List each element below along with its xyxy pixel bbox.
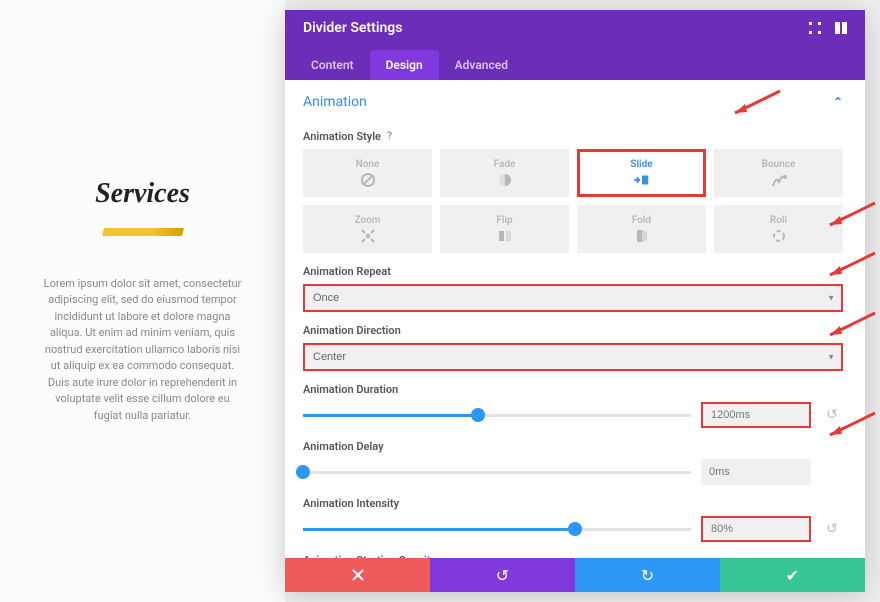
- chevron-up-icon: ⌃: [833, 95, 843, 109]
- roll-icon: [771, 229, 787, 243]
- animation-duration-row: ↺: [303, 402, 843, 428]
- style-tile-label: None: [356, 159, 380, 170]
- expand-icon[interactable]: [809, 19, 821, 38]
- cancel-button[interactable]: [285, 558, 430, 592]
- style-tile-label: Zoom: [355, 215, 381, 226]
- save-button[interactable]: ✔: [720, 558, 865, 592]
- panel-body: Animation ⌃ Animation Style ? None Fade Sl…: [285, 80, 865, 558]
- animation-direction-select[interactable]: Center: [303, 343, 843, 371]
- label-animation-intensity: Animation Intensity: [303, 497, 843, 510]
- fade-icon: [497, 173, 513, 187]
- animation-direction-select-wrap: Center: [303, 343, 843, 371]
- zoom-icon: [360, 229, 376, 243]
- style-tile-label: Roll: [770, 215, 787, 226]
- tab-design[interactable]: Design: [370, 50, 439, 80]
- help-icon[interactable]: ?: [387, 131, 392, 142]
- redo-button[interactable]: ↻: [575, 558, 720, 592]
- style-tile-none[interactable]: None: [303, 149, 432, 197]
- style-tile-label: Flip: [496, 215, 512, 226]
- animation-style-grid: None Fade Slide Bounce Zoom Flip Fold Roll: [303, 149, 843, 253]
- panel-title: Divider Settings: [303, 20, 402, 36]
- style-tile-bounce[interactable]: Bounce: [714, 149, 843, 197]
- panel-footer: ↺ ↻ ✔: [285, 558, 865, 592]
- animation-delay-slider[interactable]: [303, 463, 691, 481]
- animation-duration-slider[interactable]: [303, 406, 691, 424]
- style-tile-label: Fade: [494, 159, 516, 170]
- undo-button[interactable]: ↺: [430, 558, 575, 592]
- panel-tabs: Content Design Advanced: [285, 46, 865, 80]
- animation-delay-input[interactable]: [701, 459, 811, 485]
- animation-intensity-slider[interactable]: [303, 520, 691, 538]
- style-tile-flip[interactable]: Flip: [440, 205, 569, 253]
- animation-repeat-select[interactable]: Once: [303, 284, 843, 312]
- label-animation-delay: Animation Delay: [303, 440, 843, 453]
- flip-icon: [497, 229, 513, 243]
- label-animation-start-opacity: Animation Starting Opacity: [303, 554, 843, 558]
- page-preview: Services Lorem ipsum dolor sit amet, con…: [0, 0, 285, 602]
- style-tile-label: Bounce: [762, 159, 796, 170]
- label-animation-duration: Animation Duration: [303, 383, 843, 396]
- label-animation-style: Animation Style ?: [303, 130, 843, 143]
- animation-repeat-select-wrap: Once: [303, 284, 843, 312]
- preview-divider: [101, 228, 183, 236]
- label-animation-direction: Animation Direction: [303, 324, 843, 337]
- style-tile-label: Fold: [632, 215, 651, 226]
- fold-icon: [634, 229, 650, 243]
- animation-delay-row: [303, 459, 843, 485]
- reset-intensity-button[interactable]: ↺: [821, 518, 843, 540]
- section-header[interactable]: Animation ⌃: [303, 90, 843, 118]
- animation-duration-input[interactable]: [701, 402, 811, 428]
- animation-intensity-input[interactable]: [701, 516, 811, 542]
- label-animation-repeat: Animation Repeat: [303, 265, 843, 278]
- panel-header-icons: [809, 19, 847, 38]
- slide-icon: [634, 173, 650, 187]
- bounce-icon: [771, 173, 787, 187]
- style-tile-roll[interactable]: Roll: [714, 205, 843, 253]
- style-tile-zoom[interactable]: Zoom: [303, 205, 432, 253]
- style-tile-fold[interactable]: Fold: [577, 205, 706, 253]
- preview-heading: Services: [95, 178, 190, 210]
- panel-header: Divider Settings: [285, 10, 865, 46]
- settings-panel: Divider Settings Content Design Advanced…: [285, 10, 865, 592]
- columns-icon[interactable]: [835, 19, 847, 38]
- tab-advanced[interactable]: Advanced: [439, 50, 524, 80]
- style-tile-label: Slide: [630, 159, 652, 170]
- none-icon: [360, 173, 376, 187]
- animation-intensity-row: ↺: [303, 516, 843, 542]
- style-tile-slide[interactable]: Slide: [577, 149, 706, 197]
- section-name: Animation: [303, 94, 367, 110]
- tab-content[interactable]: Content: [295, 50, 370, 80]
- style-tile-fade[interactable]: Fade: [440, 149, 569, 197]
- preview-body: Lorem ipsum dolor sit amet, consectetur …: [40, 276, 245, 425]
- reset-duration-button[interactable]: ↺: [821, 404, 843, 426]
